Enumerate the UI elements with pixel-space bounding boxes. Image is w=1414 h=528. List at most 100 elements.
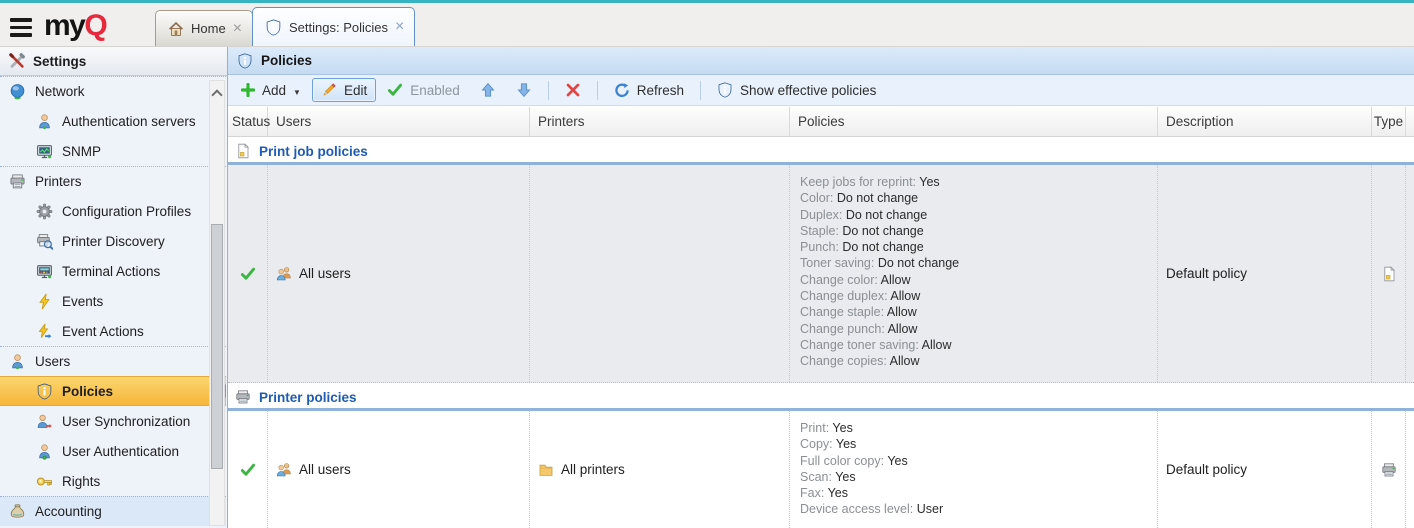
print-job-policy-icon <box>1381 266 1397 282</box>
sidebar-item-rights[interactable]: Rights <box>0 466 226 496</box>
user-icon <box>9 353 26 370</box>
type-cell <box>1372 165 1406 382</box>
column-header-type[interactable]: Type <box>1372 107 1406 136</box>
gear-icon <box>36 203 53 220</box>
description-cell: Default policy <box>1158 411 1372 528</box>
policies-table: Status Users Printers Policies Descripti… <box>228 107 1414 528</box>
policy-line: Scan: Yes <box>800 469 1149 485</box>
edit-button[interactable]: Edit <box>312 78 376 102</box>
policy-line: Device access level: User <box>800 501 1149 517</box>
policy-line: Change staple: Allow <box>800 304 1149 320</box>
policy-line: Keep jobs for reprint: Yes <box>800 174 1149 190</box>
sidebar-item-event-actions[interactable]: Event Actions <box>0 316 226 346</box>
policy-line: Full color copy: Yes <box>800 453 1149 469</box>
policy-line: Change duplex: Allow <box>800 288 1149 304</box>
chevron-down-icon <box>293 83 301 98</box>
hamburger-menu-icon[interactable] <box>10 15 32 37</box>
toolbar: Add Edit Enabled Refresh Show effec <box>228 75 1414 106</box>
shield-icon <box>265 19 282 36</box>
user-auth-icon <box>36 443 53 460</box>
users-cell: All users <box>268 411 530 528</box>
pencil-icon <box>321 82 337 98</box>
printer-icon <box>235 389 251 405</box>
green-check-icon <box>240 462 256 478</box>
table-header: Status Users Printers Policies Descripti… <box>228 107 1414 137</box>
page-title: Policies <box>261 53 312 68</box>
enabled-button[interactable]: Enabled <box>378 78 469 102</box>
policy-line: Toner saving: Do not change <box>800 255 1149 271</box>
green-check-icon <box>387 82 403 98</box>
column-header-description[interactable]: Description <box>1158 107 1372 136</box>
sidebar-scrollbar[interactable] <box>209 80 225 526</box>
top-bar: myQ Home Settings: Policies <box>0 0 1414 47</box>
main-panel: Policies Add Edit Enabled Refresh <box>228 47 1414 528</box>
sidebar-item-terminal-actions[interactable]: Terminal Actions <box>0 256 226 286</box>
policy-line: Change toner saving: Allow <box>800 337 1149 353</box>
sidebar-item-printer-discovery[interactable]: Printer Discovery <box>0 226 226 256</box>
policy-line: Change punch: Allow <box>800 321 1149 337</box>
policy-line: Change color: Allow <box>800 272 1149 288</box>
sidebar-header: Settings <box>0 47 227 76</box>
key-icon <box>36 473 53 490</box>
printers-cell <box>530 165 790 382</box>
sidebar-items: Network Authentication servers SNMP Prin… <box>0 76 226 528</box>
printer-icon <box>9 173 26 190</box>
column-header-policies[interactable]: Policies <box>790 107 1158 136</box>
policy-line: Fax: Yes <box>800 485 1149 501</box>
close-icon[interactable] <box>233 21 242 37</box>
sidebar-item-policies[interactable]: Policies <box>0 376 226 406</box>
brand: myQ <box>10 13 106 39</box>
scroll-up-icon[interactable] <box>211 89 222 100</box>
tab-home[interactable]: Home <box>155 10 253 46</box>
table-row[interactable]: All users All printers Print: YesCopy: Y… <box>228 411 1414 528</box>
delete-button[interactable] <box>556 78 590 102</box>
sidebar-item-events[interactable]: Events <box>0 286 226 316</box>
add-button[interactable]: Add <box>232 79 310 102</box>
policy-line: Staple: Do not change <box>800 223 1149 239</box>
page-title-bar: Policies <box>228 47 1414 75</box>
toolbar-separator <box>548 81 549 100</box>
plus-icon <box>241 83 255 97</box>
home-icon <box>168 21 184 37</box>
column-header-users[interactable]: Users <box>268 107 530 136</box>
refresh-button[interactable]: Refresh <box>605 78 693 102</box>
table-row[interactable]: All users Keep jobs for reprint: YesColo… <box>228 165 1414 383</box>
user-sync-icon <box>36 413 53 430</box>
sidebar-item-network[interactable]: Network <box>0 76 226 106</box>
tools-icon <box>9 53 25 69</box>
policy-line: Print: Yes <box>800 420 1149 436</box>
sidebar-item-accounting[interactable]: Accounting <box>0 496 226 526</box>
sidebar-item-printers[interactable]: Printers <box>0 166 226 196</box>
sidebar-item-snmp[interactable]: SNMP <box>0 136 226 166</box>
printers-cell: All printers <box>530 411 790 528</box>
move-up-button[interactable] <box>471 78 505 102</box>
lightning-action-icon <box>36 323 53 340</box>
shield-icon <box>36 383 53 400</box>
policies-cell: Print: YesCopy: YesFull color copy: YesS… <box>790 411 1158 528</box>
move-down-button[interactable] <box>507 78 541 102</box>
refresh-icon <box>614 82 630 98</box>
moneybag-icon <box>9 503 26 520</box>
tab-home-label: Home <box>191 21 226 36</box>
sidebar-item-users[interactable]: Users <box>0 346 226 376</box>
sidebar-item-user-synchronization[interactable]: User Synchronization <box>0 406 226 436</box>
terminal-icon <box>36 263 53 280</box>
group-header-print-job-policies: Print job policies <box>228 137 1414 165</box>
printer-search-icon <box>36 233 53 250</box>
column-header-status[interactable]: Status <box>228 107 268 136</box>
arrow-up-icon <box>480 82 496 98</box>
globe-icon <box>9 83 26 100</box>
policy-line: Copy: Yes <box>800 436 1149 452</box>
green-check-icon <box>240 266 256 282</box>
snmp-icon <box>36 143 53 160</box>
close-icon[interactable] <box>395 19 404 35</box>
sidebar-item-authentication-servers[interactable]: Authentication servers <box>0 106 226 136</box>
type-cell <box>1372 411 1406 528</box>
tab-settings-policies[interactable]: Settings: Policies <box>252 7 415 46</box>
column-header-printers[interactable]: Printers <box>530 107 790 136</box>
sidebar-item-user-authentication[interactable]: User Authentication <box>0 436 226 466</box>
sidebar-item-configuration-profiles[interactable]: Configuration Profiles <box>0 196 226 226</box>
toolbar-separator <box>700 81 701 100</box>
show-effective-policies-button[interactable]: Show effective policies <box>708 78 885 102</box>
scrollbar-thumb[interactable] <box>211 224 223 469</box>
